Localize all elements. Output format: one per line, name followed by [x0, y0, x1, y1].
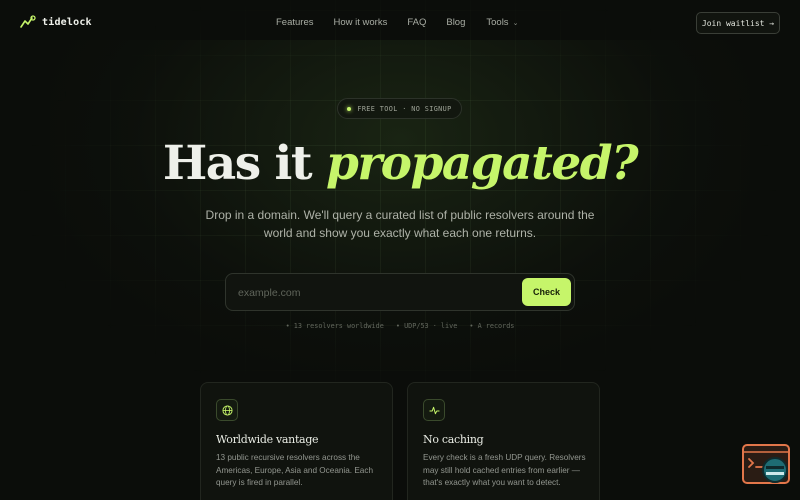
domain-input[interactable] [238, 283, 508, 303]
check-button[interactable]: Check [522, 278, 571, 306]
status-dot-icon [347, 106, 352, 111]
nav-link-tools-label: Tools [486, 17, 509, 28]
top-nav: tidelock Features How it works FAQ Blog … [0, 0, 800, 46]
hero-glow [50, 40, 750, 370]
domain-search-form: Check [225, 273, 575, 311]
badge-label: FREE TOOL · NO SIGNUP [357, 104, 452, 113]
brand-name: tidelock [42, 16, 92, 28]
feature-card-worldwide: Worldwide vantage 13 public recursive re… [200, 382, 393, 500]
meta-records: • A records [469, 322, 515, 330]
nav-link-faq[interactable]: FAQ [407, 17, 426, 28]
nav-links: Features How it works FAQ Blog Tools ⌄ [276, 17, 518, 28]
headline-plain: Has it [162, 136, 326, 191]
chat-widget-icon [742, 444, 790, 484]
chevron-down-icon: ⌄ [512, 20, 519, 27]
nav-link-features[interactable]: Features [276, 17, 314, 28]
page-title: Has it propagated? [0, 134, 800, 194]
resolver-meta: • 13 resolvers worldwide • UDP/53 · live… [0, 322, 800, 330]
logo[interactable]: tidelock [20, 15, 92, 29]
card-body: Every check is a fresh UDP query. Resolv… [423, 453, 586, 487]
card-title: Worldwide vantage [216, 433, 319, 446]
nav-link-blog[interactable]: Blog [446, 17, 465, 28]
chat-widget-button[interactable] [742, 444, 790, 486]
globe-icon [216, 399, 238, 421]
meta-protocol: • UDP/53 · live [395, 322, 458, 330]
hero-subtext: Drop in a domain. We'll query a curated … [205, 208, 595, 240]
activity-icon [423, 399, 445, 421]
meta-resolvers: • 13 resolvers worldwide [285, 322, 384, 330]
background-grid [0, 0, 800, 500]
logo-mark-icon [20, 15, 36, 28]
card-title: No caching [423, 433, 484, 446]
headline-accent: propagated? [326, 136, 639, 191]
join-waitlist-button[interactable]: Join waitlist → [696, 12, 780, 34]
free-tool-badge: FREE TOOL · NO SIGNUP [337, 98, 462, 119]
card-body: 13 public recursive resolvers across the… [216, 453, 374, 487]
feature-card-no-caching: No caching Every check is a fresh UDP qu… [407, 382, 600, 500]
nav-link-tools[interactable]: Tools ⌄ [486, 17, 518, 28]
nav-link-how-it-works[interactable]: How it works [334, 17, 388, 28]
